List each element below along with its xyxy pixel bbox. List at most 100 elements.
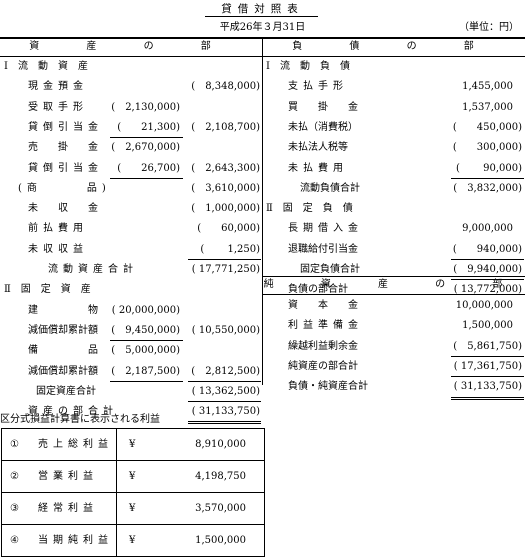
asset-item-value: ( 60,000): [197, 223, 260, 235]
liability-item-value: 9,000,000: [462, 223, 513, 235]
liability-item-value: ( 940,000): [452, 243, 522, 255]
asset-item-label: 備 品: [28, 345, 103, 357]
liability-item-label: 未払費用: [288, 162, 348, 174]
liability-item-label: 支払手形: [288, 81, 348, 93]
profit-value: 1,500,000: [195, 535, 246, 546]
profit-caption: 区分式損益計算書に表示される利益: [0, 414, 160, 425]
yen-sign: ¥: [129, 439, 136, 450]
asset-item-subvalue: ( 21,300): [117, 121, 180, 133]
asset-item-label: 現金預金: [28, 81, 88, 93]
asset-item-label: 売 掛 金: [28, 142, 103, 154]
total-double-rule-1: [188, 421, 261, 423]
subtotal-rule: [110, 177, 183, 179]
subtotal-rule: [110, 380, 183, 382]
profit-value: 3,570,000: [195, 503, 246, 514]
profit-value-cell: ¥4,198,750: [116, 460, 265, 493]
asset-item-label: 減価償却累計額: [28, 365, 98, 377]
assets-header: 資 産 の 部: [29, 41, 233, 52]
fixed-liabilities-title: Ⅱ固定負債: [266, 203, 363, 215]
profit-number: ③: [10, 503, 19, 514]
net-asset-item-value: 10,000,000: [455, 300, 513, 311]
liability-item-value: ( 450,000): [452, 121, 522, 133]
total-double-rule-2: [451, 398, 524, 400]
asset-item-label: 未収収益: [28, 243, 88, 255]
asset-item-value: ( 8,348,000): [191, 81, 260, 93]
asset-item-value: ( 2,643,300): [191, 162, 260, 174]
profit-value-cell: ¥1,500,000: [116, 524, 265, 557]
asset-item-subvalue: ( 2,187,500): [111, 365, 180, 377]
profit-label-cell: ④ 当期純利益: [1, 524, 117, 557]
asset-item-value: ( 2,108,700): [191, 121, 260, 133]
liability-item-label: 未払（消費税）: [288, 121, 358, 133]
asset-item-subvalue: ( 26,700): [117, 162, 180, 174]
net-assets-top-rule: [263, 276, 525, 277]
asset-item-value: ( 17,771,250): [191, 264, 260, 275]
profit-value: 8,910,000: [195, 439, 246, 450]
balance-date: 平成26年３月31日: [219, 22, 306, 33]
net-asset-item-label: 資 本 金: [288, 300, 363, 311]
liabilities-header: 負 債 の 部: [292, 41, 496, 52]
profit-label: 経常利益: [38, 503, 98, 514]
title-underline: [205, 16, 318, 17]
profit-row: ③ 経常利益 ¥3,570,000: [1, 492, 265, 525]
unit-label: （単位：円）: [459, 22, 519, 33]
total-double-rule-1: [451, 396, 524, 398]
profit-number: ①: [10, 439, 19, 450]
profit-table: ① 売上総利益 ¥8,910,000 ② 営業利益 ¥4,198,750 ③ 経常利益 ¥3,5…: [1, 428, 265, 557]
profit-label-cell: ② 営業利益: [1, 460, 117, 493]
profit-label: 当期純利益: [38, 535, 113, 546]
liability-item-label: 固定負債合計: [300, 264, 360, 275]
yen-sign: ¥: [129, 535, 136, 546]
net-asset-item-value: ( 31,133,750): [453, 381, 522, 393]
profit-label-cell: ③ 経常利益: [1, 492, 117, 525]
asset-item-value: ( 2,812,500): [191, 365, 260, 377]
profit-value-cell: ¥8,910,000: [116, 428, 265, 461]
profit-row: ① 売上総利益 ¥8,910,000: [1, 428, 265, 461]
profit-number: ④: [10, 535, 19, 546]
asset-item-label: 前払費用: [28, 223, 88, 235]
assets-total-value: ( 31,133,750): [191, 406, 260, 418]
asset-item-subvalue: ( 5,000,000): [111, 345, 180, 357]
profit-number: ②: [10, 471, 19, 482]
liability-item-label: 未払法人税等: [288, 142, 348, 154]
current-assets-title: Ⅰ流動資産: [4, 61, 98, 72]
net-assets-bottom-rule: [263, 294, 525, 295]
liability-item-label: 買 掛 金: [288, 101, 363, 113]
profit-row: ④ 当期純利益 ¥1,500,000: [1, 524, 265, 557]
yen-sign: ¥: [129, 471, 136, 482]
liability-item-label: 退職給付引当金: [288, 243, 358, 255]
asset-item-label: 未 収 金: [28, 203, 103, 215]
fixed-assets-title: Ⅱ固定資産: [4, 284, 101, 296]
yen-sign: ¥: [129, 503, 136, 514]
liability-item-value: ( 300,000): [452, 142, 522, 154]
profit-value-cell: ¥3,570,000: [116, 492, 265, 525]
center-divider: [262, 38, 263, 385]
asset-item-label: 建 物: [28, 304, 103, 316]
asset-item-subvalue: ( 2,670,000): [111, 142, 180, 154]
asset-item-value: ( 1,000,000): [191, 203, 260, 215]
asset-item-label: 固定資産合計: [36, 385, 96, 397]
asset-item-value: ( 13,362,500): [191, 385, 260, 397]
liability-item-value: ( 3,832,000): [453, 182, 522, 194]
asset-item-subvalue: ( 2,130,000): [111, 101, 180, 113]
liability-item-label: 長期借入金: [288, 223, 363, 235]
asset-item-value: ( 3,610,000): [191, 182, 260, 194]
liability-item-value: ( 9,940,000): [453, 264, 522, 275]
asset-item-subvalue: ( 9,450,000): [111, 324, 180, 336]
profit-label: 営業利益: [38, 471, 98, 482]
net-asset-item-value: 1,500,000: [462, 320, 513, 332]
profit-value: 4,198,750: [195, 471, 246, 482]
net-assets-header: 純 資 産 の 部: [263, 279, 525, 290]
asset-item-label: (商 品): [18, 182, 111, 194]
net-asset-item-label: 利益準備金: [288, 320, 363, 332]
net-asset-item-label: 繰越利益剰余金: [288, 340, 358, 352]
net-asset-item-label: 負債・純資産合計: [288, 381, 368, 393]
net-asset-item-label: 純資産の部合計: [288, 360, 358, 372]
net-asset-item-value: ( 5,861,750): [453, 340, 522, 352]
asset-item-label: 流動資産合計: [48, 264, 138, 275]
asset-item-value: ( 10,550,000): [191, 324, 260, 336]
profit-row: ② 営業利益 ¥4,198,750: [1, 460, 265, 493]
asset-item-label: 貸倒引当金: [28, 121, 103, 133]
profit-label-cell: ① 売上総利益: [1, 428, 117, 461]
net-asset-item-value: ( 17,361,750): [453, 360, 522, 372]
